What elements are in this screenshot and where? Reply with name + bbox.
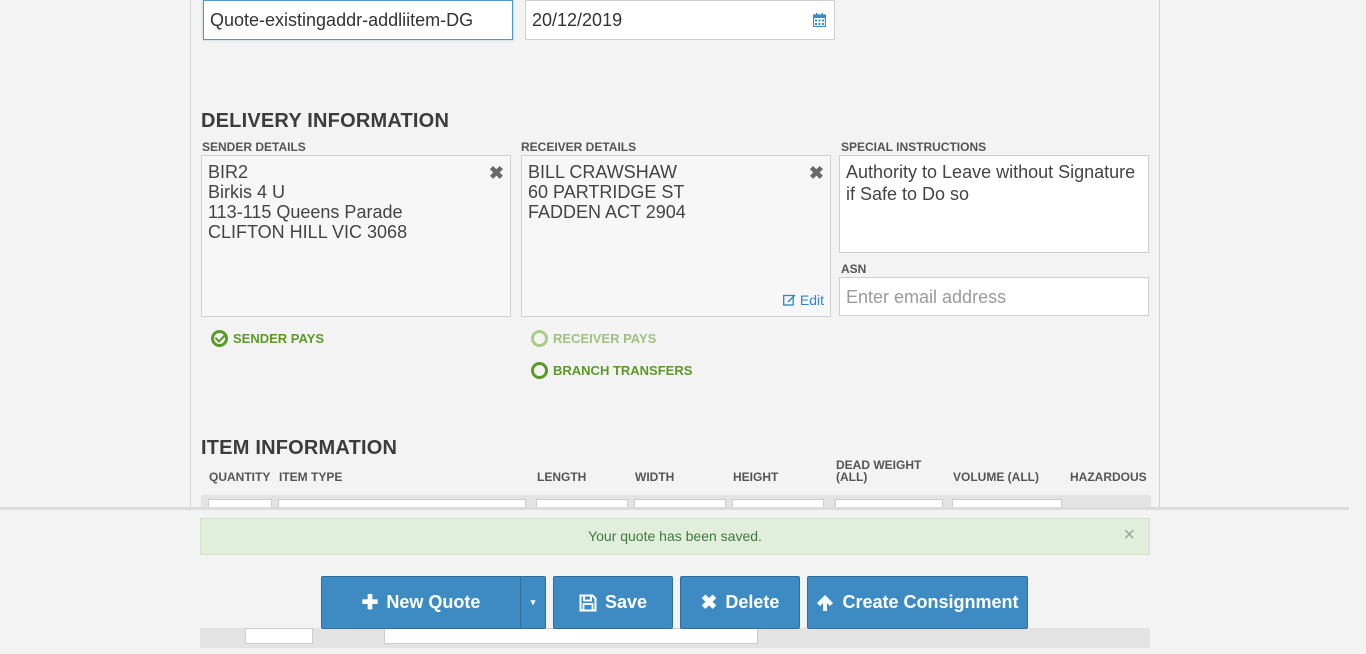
quote-reference-input[interactable]: Quote-existingaddr-addliitem-DG bbox=[203, 0, 513, 40]
delete-button[interactable]: ✖ Delete bbox=[680, 576, 800, 629]
quote-reference-value: Quote-existingaddr-addliitem-DG bbox=[210, 10, 474, 30]
sender-details-label: SENDER DETAILS bbox=[202, 140, 306, 154]
save-label: Save bbox=[604, 592, 648, 612]
col-hazardous: HAZARDOUS bbox=[1070, 470, 1147, 484]
asn-email-input[interactable]: Enter email address bbox=[839, 277, 1149, 316]
sender-pays-radio[interactable]: SENDER PAYS bbox=[211, 330, 324, 347]
branch-transfers-label: BRANCH TRANSFERS bbox=[553, 363, 693, 378]
arrow-up-icon bbox=[817, 594, 834, 611]
item-row-underlay bbox=[200, 628, 1150, 648]
new-quote-button[interactable]: ✚ New Quote bbox=[321, 576, 521, 629]
check-circle-icon bbox=[211, 330, 228, 347]
underlay-cell bbox=[384, 628, 758, 644]
alert-message: Your quote has been saved. bbox=[588, 528, 762, 544]
save-button[interactable]: Save bbox=[553, 576, 673, 629]
calendar-icon[interactable] bbox=[813, 13, 826, 27]
col-width: WIDTH bbox=[635, 470, 675, 484]
branch-transfers-radio[interactable]: BRANCH TRANSFERS bbox=[531, 362, 692, 379]
delete-label: Delete bbox=[725, 592, 780, 612]
special-instructions-textarea[interactable]: Authority to Leave without Signature if … bbox=[839, 155, 1149, 253]
edit-icon bbox=[783, 294, 796, 306]
receiver-address-box[interactable]: BILL CRAWSHAW 60 PARTRIDGE ST FADDEN ACT… bbox=[521, 155, 831, 317]
create-consignment-label: Create Consignment bbox=[842, 592, 1019, 612]
col-quantity: QUANTITY bbox=[209, 470, 271, 484]
special-instructions-label: SPECIAL INSTRUCTIONS bbox=[841, 140, 987, 154]
col-height: HEIGHT bbox=[733, 470, 779, 484]
quote-date-input[interactable]: 20/12/2019 bbox=[525, 0, 835, 40]
success-alert: Your quote has been saved. × bbox=[200, 518, 1150, 555]
col-length: LENGTH bbox=[537, 470, 587, 484]
sender-line: Birkis 4 U bbox=[208, 182, 286, 202]
action-bar: Your quote has been saved. × ✚ New Quote… bbox=[0, 507, 1349, 654]
receiver-line: FADDEN ACT 2904 bbox=[528, 202, 686, 222]
delivery-information-panel: DELIVERY INFORMATION SENDER DETAILS BIR2… bbox=[190, 80, 1160, 408]
new-quote-dropdown-toggle[interactable]: ▾ bbox=[520, 576, 546, 629]
radio-circle-icon bbox=[531, 362, 548, 379]
receiver-pays-label: RECEIVER PAYS bbox=[553, 331, 657, 346]
plus-icon: ✚ bbox=[361, 592, 379, 614]
x-icon: ✖ bbox=[700, 592, 718, 614]
delivery-section-title: DELIVERY INFORMATION bbox=[201, 110, 450, 132]
quote-header-panel: Quote-existingaddr-addliitem-DG 20/12/20… bbox=[190, 0, 1160, 81]
receiver-line: 60 PARTRIDGE ST bbox=[528, 182, 685, 202]
sender-pays-label: SENDER PAYS bbox=[233, 331, 325, 346]
sender-line: 113-115 Queens Parade bbox=[208, 202, 403, 222]
quote-date-value: 20/12/2019 bbox=[532, 10, 623, 30]
special-instructions-value: Authority to Leave without Signature if … bbox=[846, 162, 1136, 204]
create-consignment-button[interactable]: Create Consignment bbox=[807, 576, 1028, 629]
asn-placeholder: Enter email address bbox=[846, 287, 1007, 307]
underlay-cell bbox=[245, 628, 313, 644]
floppy-icon bbox=[579, 594, 597, 611]
item-section-title: ITEM INFORMATION bbox=[201, 437, 398, 459]
edit-receiver-link[interactable]: Edit bbox=[783, 290, 824, 310]
new-quote-label: New Quote bbox=[386, 592, 481, 612]
edit-label: Edit bbox=[799, 292, 824, 308]
clear-sender-icon[interactable]: ✖ bbox=[489, 163, 504, 183]
col-dead-weight: DEAD WEIGHT (ALL) bbox=[836, 458, 922, 484]
sender-address-box[interactable]: BIR2 Birkis 4 U 113-115 Queens Parade CL… bbox=[201, 155, 511, 317]
receiver-pays-radio[interactable]: RECEIVER PAYS bbox=[531, 330, 656, 347]
receiver-details-label: RECEIVER DETAILS bbox=[521, 140, 637, 154]
asn-label: ASN bbox=[841, 262, 867, 276]
caret-down-icon: ▾ bbox=[530, 597, 536, 607]
alert-close-icon[interactable]: × bbox=[1123, 519, 1135, 552]
sender-line: BIR2 bbox=[208, 162, 249, 182]
receiver-line: BILL CRAWSHAW bbox=[528, 162, 678, 182]
clear-receiver-icon[interactable]: ✖ bbox=[809, 163, 824, 183]
col-volume: VOLUME (ALL) bbox=[953, 470, 1039, 484]
sender-line: CLIFTON HILL VIC 3068 bbox=[208, 222, 408, 242]
radio-circle-icon bbox=[531, 330, 548, 347]
col-item-type: ITEM TYPE bbox=[279, 470, 343, 484]
